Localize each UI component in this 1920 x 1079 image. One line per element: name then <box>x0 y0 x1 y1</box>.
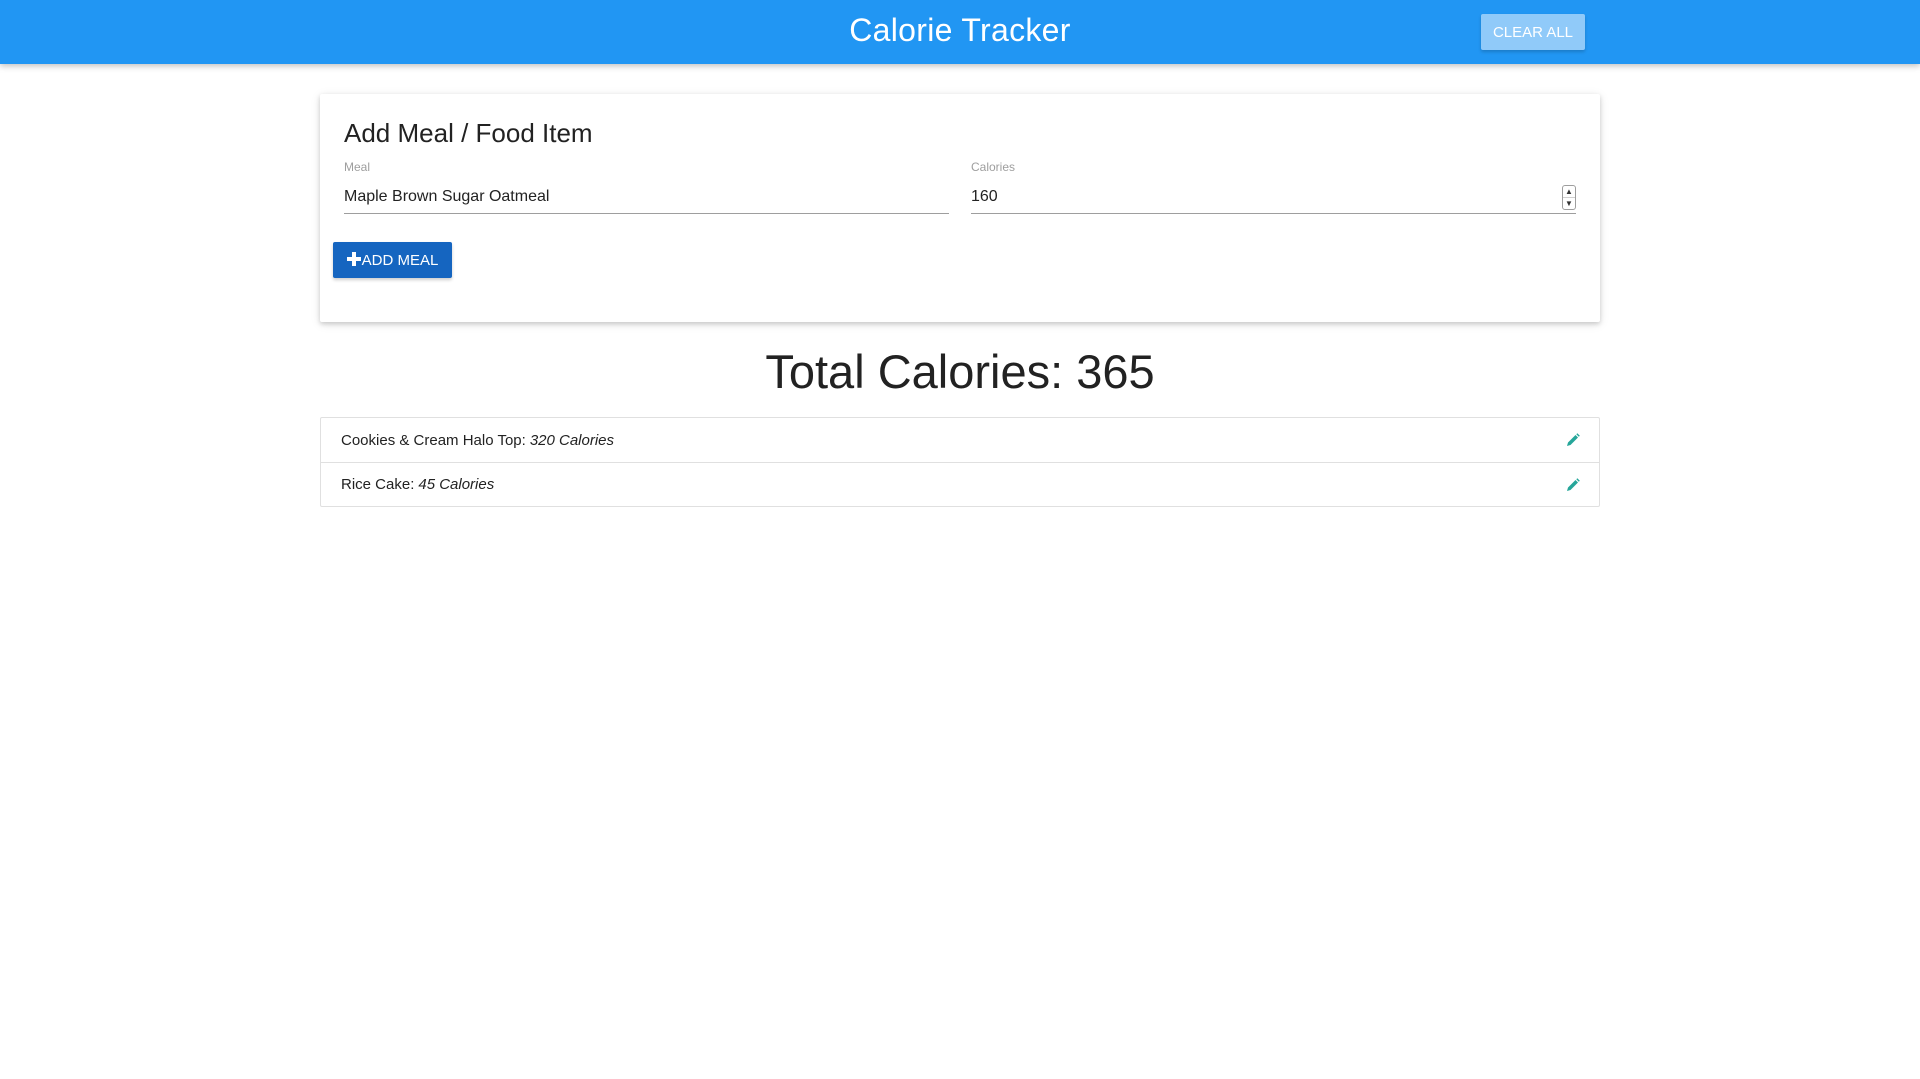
meal-name: Rice Cake: <box>341 476 415 493</box>
edit-item-button[interactable] <box>1565 432 1581 448</box>
meal-label: Meal <box>344 160 371 174</box>
add-meal-heading: Add Meal / Food Item <box>344 118 593 148</box>
calories-label: Calories <box>971 160 1016 174</box>
meal-field: Meal <box>344 160 949 214</box>
decrement-icon[interactable]: ▼ <box>1563 197 1575 209</box>
calories-stepper[interactable]: ▲ ▼ <box>1562 185 1576 210</box>
list-item: Cookies & Cream Halo Top: 320 Calories <box>321 418 1599 462</box>
app-title[interactable]: Calorie Tracker <box>0 12 1920 49</box>
calories-field: Calories ▲ ▼ <box>971 160 1576 214</box>
calories-input[interactable] <box>971 180 1576 214</box>
navbar: Calorie Tracker Clear All <box>0 0 1920 64</box>
increment-icon[interactable]: ▲ <box>1563 186 1575 197</box>
list-item: Rice Cake: 45 Calories <box>321 462 1599 506</box>
add-meal-label: Add Meal <box>361 251 439 269</box>
meal-list: Cookies & Cream Halo Top: 320 Calories R… <box>320 417 1600 507</box>
plus-icon <box>346 252 361 266</box>
clear-all-button[interactable]: Clear All <box>1481 14 1585 50</box>
meal-name: Cookies & Cream Halo Top: <box>341 431 526 449</box>
meal-calories: 45 Calories <box>418 476 495 493</box>
add-meal-button[interactable]: Add Meal <box>333 242 452 278</box>
pencil-icon <box>1567 433 1580 446</box>
meal-calories: 320 Calories <box>529 431 615 449</box>
meal-input[interactable] <box>344 180 949 214</box>
add-meal-card: Add Meal / Food Item Meal Calories ▲ ▼ A… <box>320 94 1600 322</box>
edit-item-button[interactable] <box>1565 477 1581 493</box>
pencil-icon <box>1567 478 1580 491</box>
total-calories: Total Calories: 365 <box>765 345 1155 398</box>
